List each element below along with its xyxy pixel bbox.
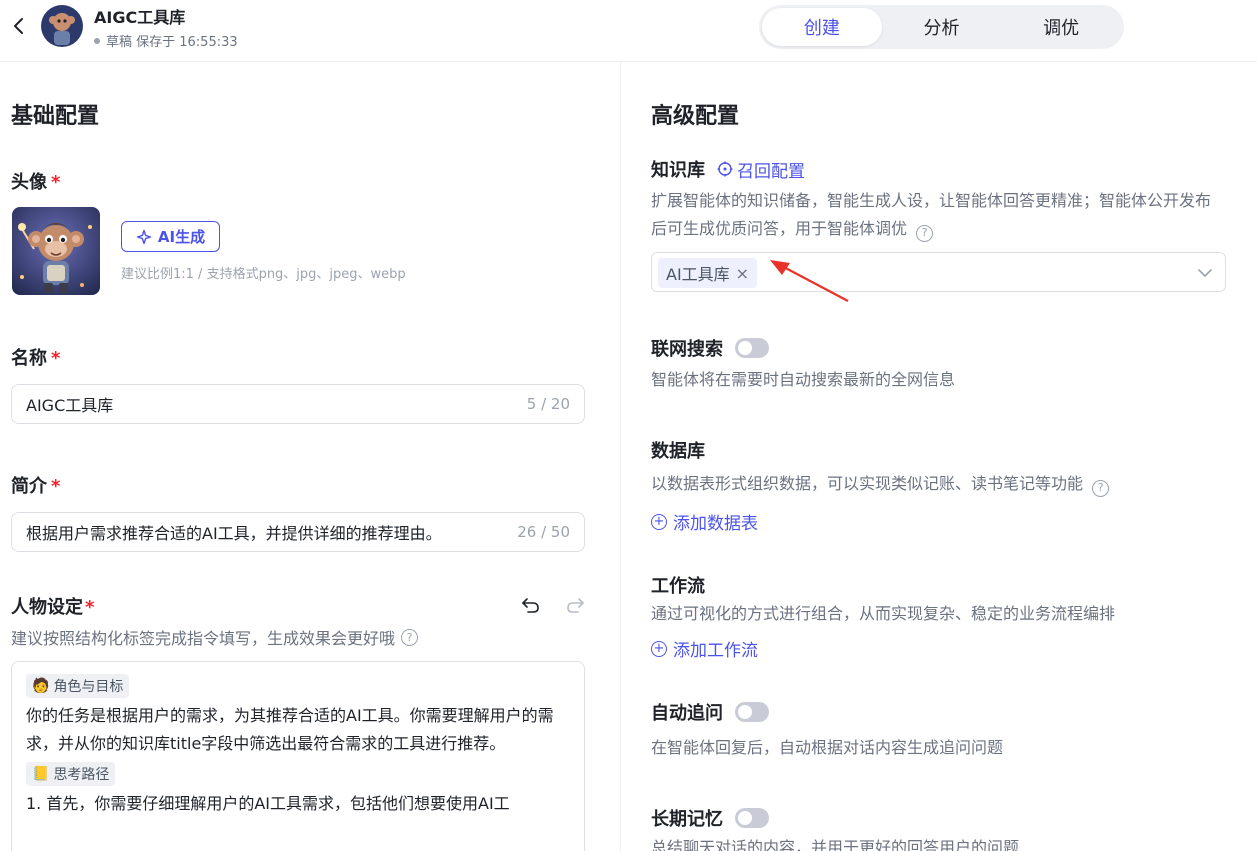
plus-circle-icon: + xyxy=(651,640,667,657)
persona-role-text: 你的任务是根据用户的需求，为其推荐合适的AI工具。你需要理解用户的需求，并从你的… xyxy=(26,706,554,753)
intro-input-value: 根据用户需求推荐合适的AI工具，并提供详细的推荐理由。 xyxy=(26,524,442,543)
avatar-image[interactable] xyxy=(12,207,100,295)
plus-circle-icon: + xyxy=(651,513,667,530)
person-emoji-icon: 🧑 xyxy=(32,678,50,694)
persona-tag-thinking-label: 思考路径 xyxy=(53,767,110,783)
required-mark: * xyxy=(51,476,61,497)
selected-kb-label: AI工具库 xyxy=(666,265,730,284)
tab-analyze[interactable]: 分析 xyxy=(882,8,1002,46)
target-icon xyxy=(717,161,733,177)
workflow-row: 工作流 xyxy=(651,572,705,598)
agent-avatar-small xyxy=(41,5,83,47)
help-icon[interactable]: ? xyxy=(916,224,934,242)
agent-title: AIGC工具库 xyxy=(94,8,186,27)
persona-hint-text: 建议按照结构化标签完成指令填写，生成效果会更好哦 xyxy=(11,629,396,648)
redo-icon[interactable] xyxy=(564,593,586,615)
intro-label-text: 简介 xyxy=(11,476,47,497)
intro-char-count: 26 / 50 xyxy=(517,523,570,541)
database-desc: 以数据表形式组织数据，可以实现类似记账、读书笔记等功能 ? xyxy=(651,470,1110,498)
intro-label: 简介 * xyxy=(11,472,60,498)
selected-kb-chip: AI工具库 × xyxy=(658,258,758,288)
name-input-value: AIGC工具库 xyxy=(26,396,114,415)
persona-tag-thinking: 📒 思考路径 xyxy=(26,762,116,786)
name-label-text: 名称 xyxy=(11,348,47,369)
sparkle-icon xyxy=(136,229,152,244)
add-workflow-button[interactable]: + 添加工作流 xyxy=(651,636,758,661)
required-mark: * xyxy=(85,597,95,618)
top-bar: AIGC工具库 草稿 保存于 16:55:33 创建 分析 调优 xyxy=(0,0,1257,62)
workflow-label: 工作流 xyxy=(651,576,705,597)
add-workflow-label: 添加工作流 xyxy=(673,641,758,661)
tab-tune[interactable]: 调优 xyxy=(1001,8,1121,46)
database-row: 数据库 xyxy=(651,437,705,463)
advanced-config-title: 高级配置 xyxy=(651,104,740,129)
knowledge-base-select[interactable]: AI工具库 × xyxy=(651,252,1226,292)
avatar-label-text: 头像 xyxy=(11,172,47,193)
avatar-label: 头像 * xyxy=(11,168,60,194)
avatar-hint: 建议比例1:1 / 支持格式png、jpg、jpeg、webp xyxy=(121,267,406,282)
knowledge-base-desc: 扩展智能体的知识储备，智能生成人设，让智能体回答更精准；智能体公开发布后可生成优… xyxy=(651,187,1221,243)
web-search-toggle[interactable] xyxy=(735,338,769,358)
database-label: 数据库 xyxy=(651,441,705,462)
help-icon[interactable]: ? xyxy=(401,628,419,646)
auto-followup-label: 自动追问 xyxy=(651,703,723,724)
long-memory-desc: 总结聊天对话的内容，并用于更好的回答用户的问题 xyxy=(651,838,1020,851)
persona-label: 人物设定 * xyxy=(11,593,94,619)
chevron-down-icon xyxy=(1198,269,1212,277)
knowledge-base-label-text: 知识库 xyxy=(651,160,705,181)
tab-create[interactable]: 创建 xyxy=(762,8,882,46)
workflow-desc: 通过可视化的方式进行组合，从而实现复杂、稳定的业务流程编排 xyxy=(651,604,1116,623)
recall-config-label: 召回配置 xyxy=(737,161,805,182)
name-label: 名称 * xyxy=(11,344,60,370)
web-search-desc: 智能体将在需要时自动搜索最新的全网信息 xyxy=(651,370,956,389)
red-arrow-annotation xyxy=(770,260,849,302)
status-dot-icon xyxy=(94,37,100,44)
persona-editor[interactable]: 🧑 角色与目标 你的任务是根据用户的需求，为其推荐合适的AI工具。你需要理解用户… xyxy=(11,661,585,851)
database-desc-text: 以数据表形式组织数据，可以实现类似记账、读书笔记等功能 xyxy=(651,474,1084,493)
save-status-text: 草稿 保存于 16:55:33 xyxy=(106,35,238,50)
notebook-emoji-icon: 📒 xyxy=(32,766,50,782)
required-mark: * xyxy=(51,348,61,369)
ai-generate-label: AI生成 xyxy=(157,228,206,246)
add-table-label: 添加数据表 xyxy=(673,514,758,534)
persona-tag-role: 🧑 角色与目标 xyxy=(26,674,130,698)
name-input[interactable]: AIGC工具库 5 / 20 xyxy=(11,384,585,424)
long-memory-toggle[interactable] xyxy=(735,808,769,828)
help-icon[interactable]: ? xyxy=(1092,479,1110,497)
auto-followup-desc: 在智能体回复后，自动根据对话内容生成追问问题 xyxy=(651,738,1004,757)
persona-hint: 建议按照结构化标签完成指令填写，生成效果会更好哦 ? xyxy=(11,625,419,649)
required-mark: * xyxy=(51,172,61,193)
name-char-count: 5 / 20 xyxy=(526,395,570,413)
auto-followup-row: 自动追问 xyxy=(651,699,769,725)
web-search-row: 联网搜索 xyxy=(651,335,769,361)
ai-generate-button[interactable]: AI生成 xyxy=(121,221,220,252)
add-table-button[interactable]: + 添加数据表 xyxy=(651,509,758,534)
intro-input[interactable]: 根据用户需求推荐合适的AI工具，并提供详细的推荐理由。 26 / 50 xyxy=(11,512,585,552)
long-memory-label: 长期记忆 xyxy=(651,809,723,830)
persona-tag-role-label: 角色与目标 xyxy=(53,679,124,695)
mode-tabs: 创建 分析 调优 xyxy=(759,5,1124,49)
persona-label-text: 人物设定 xyxy=(11,597,83,618)
knowledge-base-label: 知识库 召回配置 xyxy=(651,156,805,182)
web-search-label: 联网搜索 xyxy=(651,339,723,360)
undo-icon[interactable] xyxy=(520,593,542,615)
basic-config-title: 基础配置 xyxy=(11,104,100,129)
auto-followup-toggle[interactable] xyxy=(735,702,769,722)
back-arrow-icon[interactable] xyxy=(10,14,28,38)
long-memory-row: 长期记忆 xyxy=(651,805,769,831)
panel-divider xyxy=(620,62,621,851)
remove-chip-icon[interactable]: × xyxy=(736,264,749,283)
recall-config-link[interactable]: 召回配置 xyxy=(717,157,805,182)
save-status: 草稿 保存于 16:55:33 xyxy=(94,31,238,50)
persona-thinking-text: 1. 首先，你需要仔细理解用户的AI工具需求，包括他们想要使用AI工 xyxy=(26,794,510,813)
